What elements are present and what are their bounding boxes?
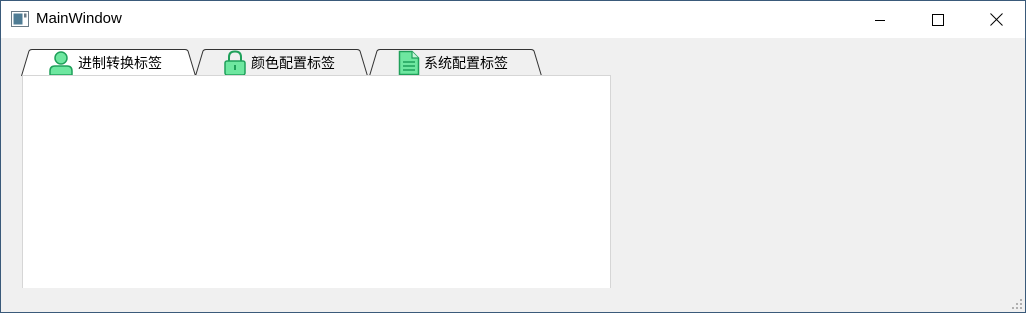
app-icon [11, 11, 29, 27]
user-icon [49, 50, 73, 76]
document-icon [398, 50, 420, 75]
tab-content-panel [22, 75, 611, 288]
tab-system-config[interactable]: 系统配置标签 [369, 49, 543, 77]
minimize-icon [875, 19, 885, 21]
tab-label: 进制转换标签 [78, 55, 162, 72]
minimize-button[interactable] [851, 1, 909, 38]
title-bar[interactable]: MainWindow [1, 1, 1025, 38]
maximize-icon [932, 13, 944, 26]
resize-grip-icon[interactable] [1012, 299, 1022, 309]
maximize-button[interactable] [909, 1, 967, 38]
close-icon [989, 13, 1003, 26]
window-title: MainWindow [36, 10, 122, 27]
tab-label: 系统配置标签 [424, 55, 508, 72]
tab-label: 颜色配置标签 [251, 55, 335, 72]
close-button[interactable] [967, 1, 1025, 38]
lock-icon [224, 49, 246, 76]
tab-number-conversion[interactable]: 进制转换标签 [21, 49, 197, 77]
tab-color-config[interactable]: 颜色配置标签 [195, 49, 369, 77]
main-window: MainWindow 进制转换标签 颜色配置标签 系统配置标签 [0, 0, 1026, 313]
